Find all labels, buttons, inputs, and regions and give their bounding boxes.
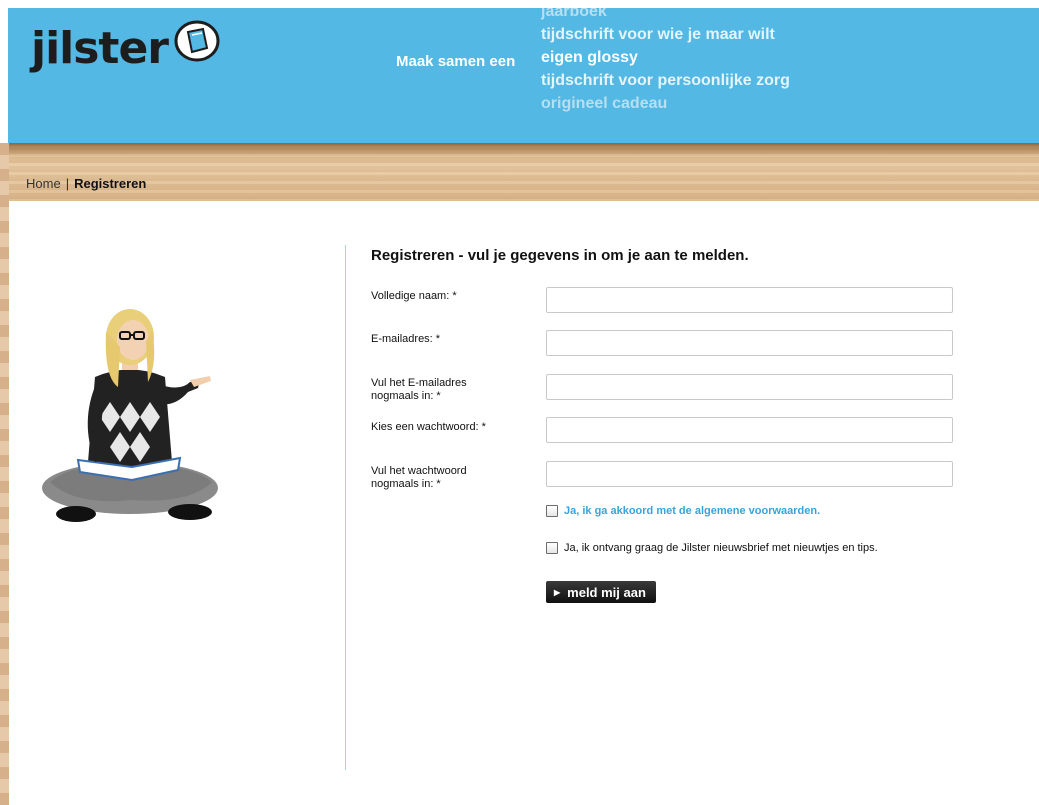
wood-banner: Home | Registreren (8, 143, 1039, 201)
side-wood-border (0, 143, 9, 805)
woman-pointing-illustration (42, 309, 218, 522)
breadcrumb-separator: | (65, 176, 70, 191)
form-title: Registreren - vul je gegevens in om je a… (371, 247, 749, 264)
form-divider (345, 245, 346, 770)
terms-checkbox[interactable] (546, 505, 558, 517)
password-label: Kies een wachtwoord: * (371, 421, 486, 433)
newsletter-row: Ja, ik ontvang graag de Jilster nieuwsbr… (546, 542, 878, 554)
jilster-logo[interactable]: jilster (31, 18, 231, 88)
rotator-item-active: eigen glossy (541, 49, 638, 66)
logo-text: jilster (31, 23, 169, 74)
terms-row: Ja, ik ga akkoord met de algemene voorwa… (546, 505, 820, 517)
register-submit-button[interactable]: ▶ meld mij aan (546, 581, 656, 603)
terms-link[interactable]: Ja, ik ga akkoord met de algemene voorwa… (564, 505, 820, 517)
tagline-rotator: jaarboek tijdschrift voor wie je maar wi… (541, 8, 790, 115)
rotator-item: tijdschrift voor persoonlijke zorg (541, 72, 790, 89)
newsletter-checkbox[interactable] (546, 542, 558, 554)
submit-label: meld mij aan (567, 584, 646, 600)
breadcrumb-current: Registreren (74, 176, 147, 191)
tagline-lead: Maak samen een (396, 53, 516, 70)
site-header: jilster Maak samen een jaarboek tijdschr… (8, 8, 1039, 143)
full-name-field[interactable] (546, 287, 953, 313)
email-confirm-field[interactable] (546, 374, 953, 400)
full-name-label: Volledige naam: * (371, 290, 457, 302)
breadcrumb: Home | Registreren (26, 176, 146, 191)
password-field[interactable] (546, 417, 953, 443)
rotator-item: tijdschrift voor wie je maar wilt (541, 26, 775, 43)
email-label: E-mailadres: * (371, 333, 441, 345)
password-confirm-label: Vul het wachtwoord nogmaals in: * (371, 465, 467, 490)
newsletter-label: Ja, ik ontvang graag de Jilster nieuwsbr… (564, 542, 878, 554)
magazine-logo-icon (174, 20, 220, 62)
password-confirm-field[interactable] (546, 461, 953, 487)
email-confirm-label: Vul het E-mailadres nogmaals in: * (371, 377, 467, 402)
email-field[interactable] (546, 330, 953, 356)
rotator-item: origineel cadeau (541, 95, 668, 112)
breadcrumb-home-link[interactable]: Home (26, 176, 61, 191)
play-arrow-icon: ▶ (554, 587, 561, 597)
rotator-item: jaarboek (541, 8, 607, 20)
